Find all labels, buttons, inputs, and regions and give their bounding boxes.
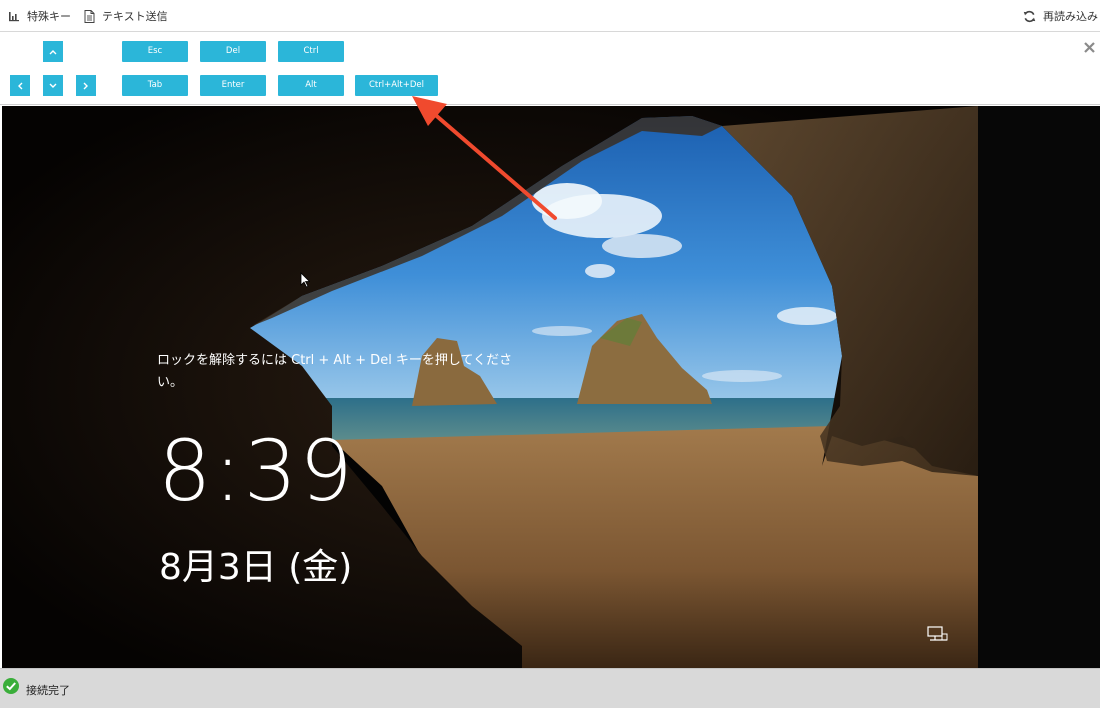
close-icon [1083,41,1095,53]
mouse-cursor-icon [300,272,310,288]
check-circle-icon [3,678,19,694]
ctrl-alt-del-key[interactable]: Ctrl+Alt+Del [355,75,438,96]
chevron-left-icon [18,82,23,89]
close-panel-button[interactable] [1081,39,1097,55]
special-keys-menu[interactable]: 特殊キー [8,8,71,24]
screen-side-fill [978,106,1100,668]
document-icon [84,9,95,23]
bar-chart-icon [9,12,19,22]
top-toolbar: 特殊キー テキスト送信 再読み込み [0,0,1100,32]
lockscreen-time: 8:39 [158,422,355,520]
remote-desktop-screen[interactable]: ロックを解除するには Ctrl + Alt + Del キーを押してください。 … [2,106,978,668]
arrow-right-key[interactable] [76,75,96,96]
esc-key[interactable]: Esc [122,41,188,62]
connection-status-text: 接続完了 [26,684,70,697]
chevron-right-icon [83,82,88,89]
arrow-left-key[interactable] [10,75,30,96]
special-keys-label: 特殊キー [27,10,71,23]
ctrl-key[interactable]: Ctrl [278,41,344,62]
tab-key[interactable]: Tab [122,75,188,96]
network-icon[interactable] [927,626,949,644]
reload-label: 再読み込み [1043,10,1098,23]
lockscreen-date: 8月3日 (金) [159,547,353,588]
chevron-down-icon [49,83,57,88]
send-text-menu[interactable]: テキスト送信 [84,8,168,24]
reload-button[interactable]: 再読み込み [1023,8,1098,24]
arrow-up-key[interactable] [43,41,63,62]
alt-key[interactable]: Alt [278,75,344,96]
enter-key[interactable]: Enter [200,75,266,96]
status-bar: 接続完了 [0,668,1100,708]
special-keys-panel: Esc Del Ctrl Tab Enter Alt Ctrl+Alt+Del [0,33,1100,105]
chevron-up-icon [49,49,57,54]
lock-instruction-text: ロックを解除するには Ctrl + Alt + Del キーを押してください。 [157,353,513,390]
del-key[interactable]: Del [200,41,266,62]
send-text-label: テキスト送信 [102,10,168,23]
arrow-down-key[interactable] [43,75,63,96]
refresh-icon [1023,10,1036,22]
